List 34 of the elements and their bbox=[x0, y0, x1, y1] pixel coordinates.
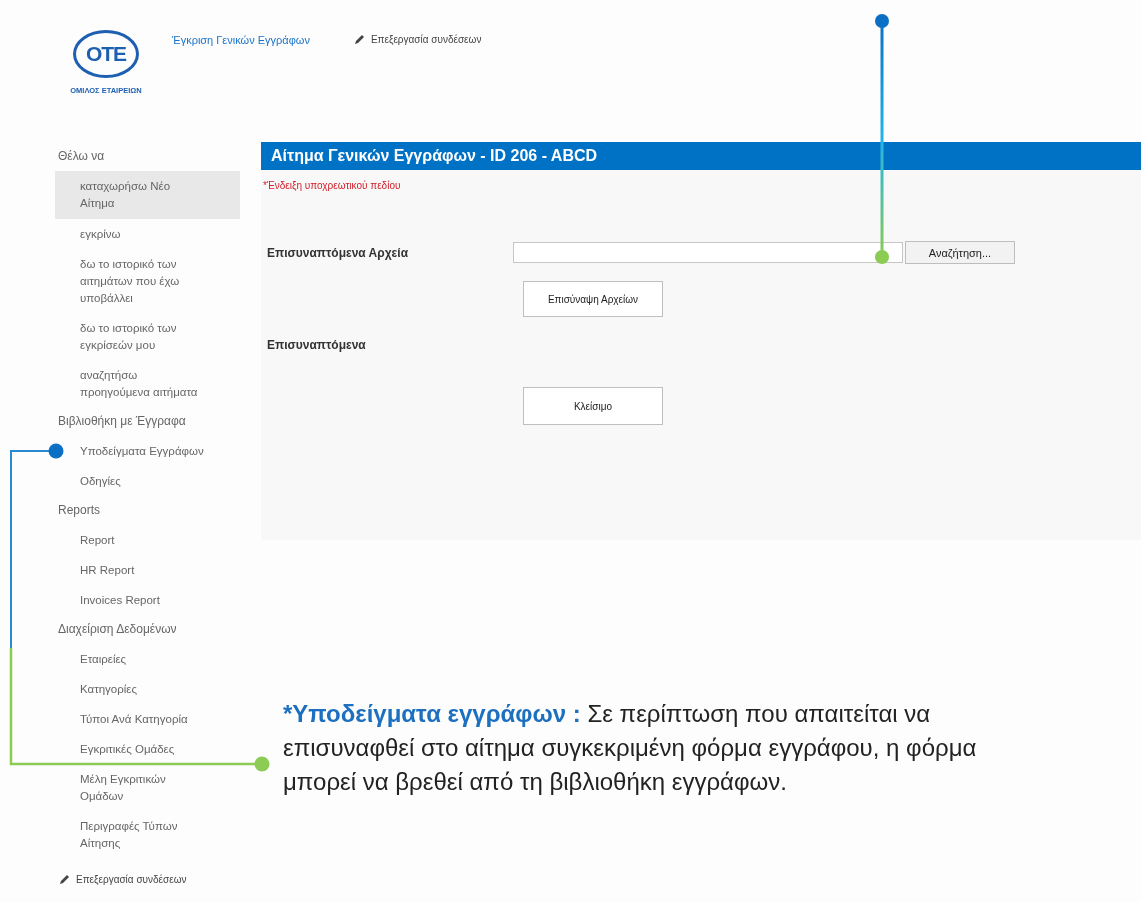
nav-item[interactable]: Κατηγορίες bbox=[80, 674, 205, 704]
nav-item[interactable]: Τύποι Ανά Κατηγορία bbox=[80, 704, 205, 734]
browse-button[interactable]: Αναζήτηση... bbox=[905, 241, 1015, 264]
nav-item[interactable]: καταχωρήσω Νέο Αίτημα bbox=[55, 171, 240, 219]
edit-links-link[interactable]: Επεξεργασία συνδέσεων bbox=[353, 34, 482, 45]
attachments-label: Επισυναπτόμενα bbox=[266, 338, 367, 352]
nav-section-link[interactable]: Reports bbox=[55, 496, 240, 525]
nav-item[interactable]: Εταιρείες bbox=[80, 644, 205, 674]
nav-item[interactable]: Report bbox=[80, 525, 205, 555]
form-title: Αίτημα Γενικών Εγγράφων - ID 206 - ABCD bbox=[261, 142, 1141, 170]
nav-item[interactable]: Οδηγίες bbox=[80, 466, 205, 496]
nav-item[interactable]: δω το ιστορικό των εγκρίσεών μου bbox=[80, 313, 205, 360]
nav-section-link[interactable]: Θέλω να bbox=[55, 142, 240, 171]
nav-item[interactable]: αναζητήσω προηγούμενα αιτήματα bbox=[80, 360, 205, 407]
pencil-icon bbox=[59, 874, 70, 885]
edit-links-link[interactable]: Επεξεργασία συνδέσεων bbox=[55, 874, 240, 885]
pencil-icon bbox=[353, 34, 365, 45]
nav-item[interactable]: δω το ιστορικό των αιτημάτων που έχω υποβάλλει bbox=[80, 249, 205, 313]
nav-item[interactable]: HR Report bbox=[80, 555, 205, 585]
nav-item[interactable]: Υποδείγματα Εγγράφων bbox=[80, 436, 205, 466]
attach-files-button[interactable]: Επισύναψη Αρχείων bbox=[523, 281, 663, 317]
annotation-text: *Υποδείγματα εγγράφων : Σε περίπτωση που απαιτείται να επισυναφθεί στο αίτημα συγκεκριμένη φόρμα εγγράφου, η φόρμα μπορεί να βρεθεί από τη βιβλιοθήκη εγγράφων. bbox=[283, 699, 978, 797]
nav-item[interactable]: Περιγραφές Τύπων Αίτησης bbox=[80, 811, 205, 858]
nav-item[interactable]: Εγκριτικές Ομάδες bbox=[80, 734, 205, 764]
nav-item[interactable]: εγκρίνω bbox=[80, 219, 205, 249]
nav-item[interactable]: Invoices Report bbox=[80, 585, 205, 615]
field-label: Επισυναπτόμενα Αρχεία bbox=[267, 245, 410, 260]
close-button[interactable]: Κλείσιμο bbox=[523, 387, 663, 425]
required-note: *Ένδειξη υποχρεωτικού πεδίου bbox=[263, 180, 402, 191]
nav-item[interactable]: Μέλη Εγκριτικών Ομάδων bbox=[80, 764, 205, 811]
site-title-link[interactable]: Έγκριση Γενικών Εγγράφων bbox=[172, 34, 310, 46]
file-path-field[interactable] bbox=[513, 242, 903, 263]
nav-section-link[interactable]: Βιβλιοθήκη με Έγγραφα bbox=[55, 407, 240, 436]
nav-section-link[interactable]: Διαχείριση Δεδομένων bbox=[55, 615, 240, 644]
